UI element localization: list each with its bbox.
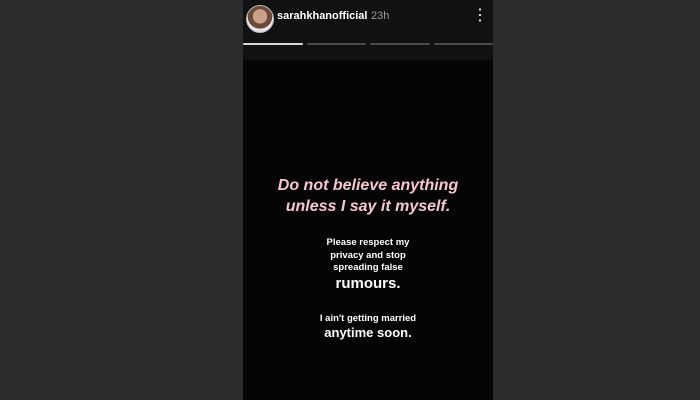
timestamp: 23h <box>371 10 390 22</box>
privacy-line-1: Please respect my <box>326 237 410 248</box>
left-backdrop <box>0 0 243 400</box>
story-progress <box>243 43 493 45</box>
privacy-line-3: spreading false <box>333 262 403 273</box>
avatar[interactable] <box>246 5 274 33</box>
headline: Do not believe anything unless I say it … <box>243 175 493 217</box>
progress-segment <box>370 43 430 45</box>
privacy-line-2: privacy and stop <box>330 249 406 261</box>
anytime-soon-text: anytime soon. <box>324 325 412 340</box>
headline-line-2: unless I say it myself. <box>285 198 451 215</box>
story-viewer[interactable]: sarahkhanofficial 23h ⋮ Do not believe a… <box>243 0 493 400</box>
story-header: sarahkhanofficial 23h ⋮ <box>243 0 493 60</box>
marriage-text: I ain't getting married <box>319 312 417 324</box>
privacy-text: Please respect my privacy and stop sprea… <box>243 237 493 275</box>
headline-line-1: Do not believe anything <box>277 177 459 194</box>
progress-segment <box>306 43 366 45</box>
username[interactable]: sarahkhanofficial <box>277 10 367 22</box>
progress-segment <box>433 43 493 45</box>
more-options-icon[interactable]: ⋮ <box>472 5 488 27</box>
story-content: Do not believe anything unless I say it … <box>243 175 493 341</box>
progress-segment <box>243 43 303 45</box>
rumours-text: rumours. <box>335 274 401 292</box>
right-backdrop <box>493 0 700 400</box>
